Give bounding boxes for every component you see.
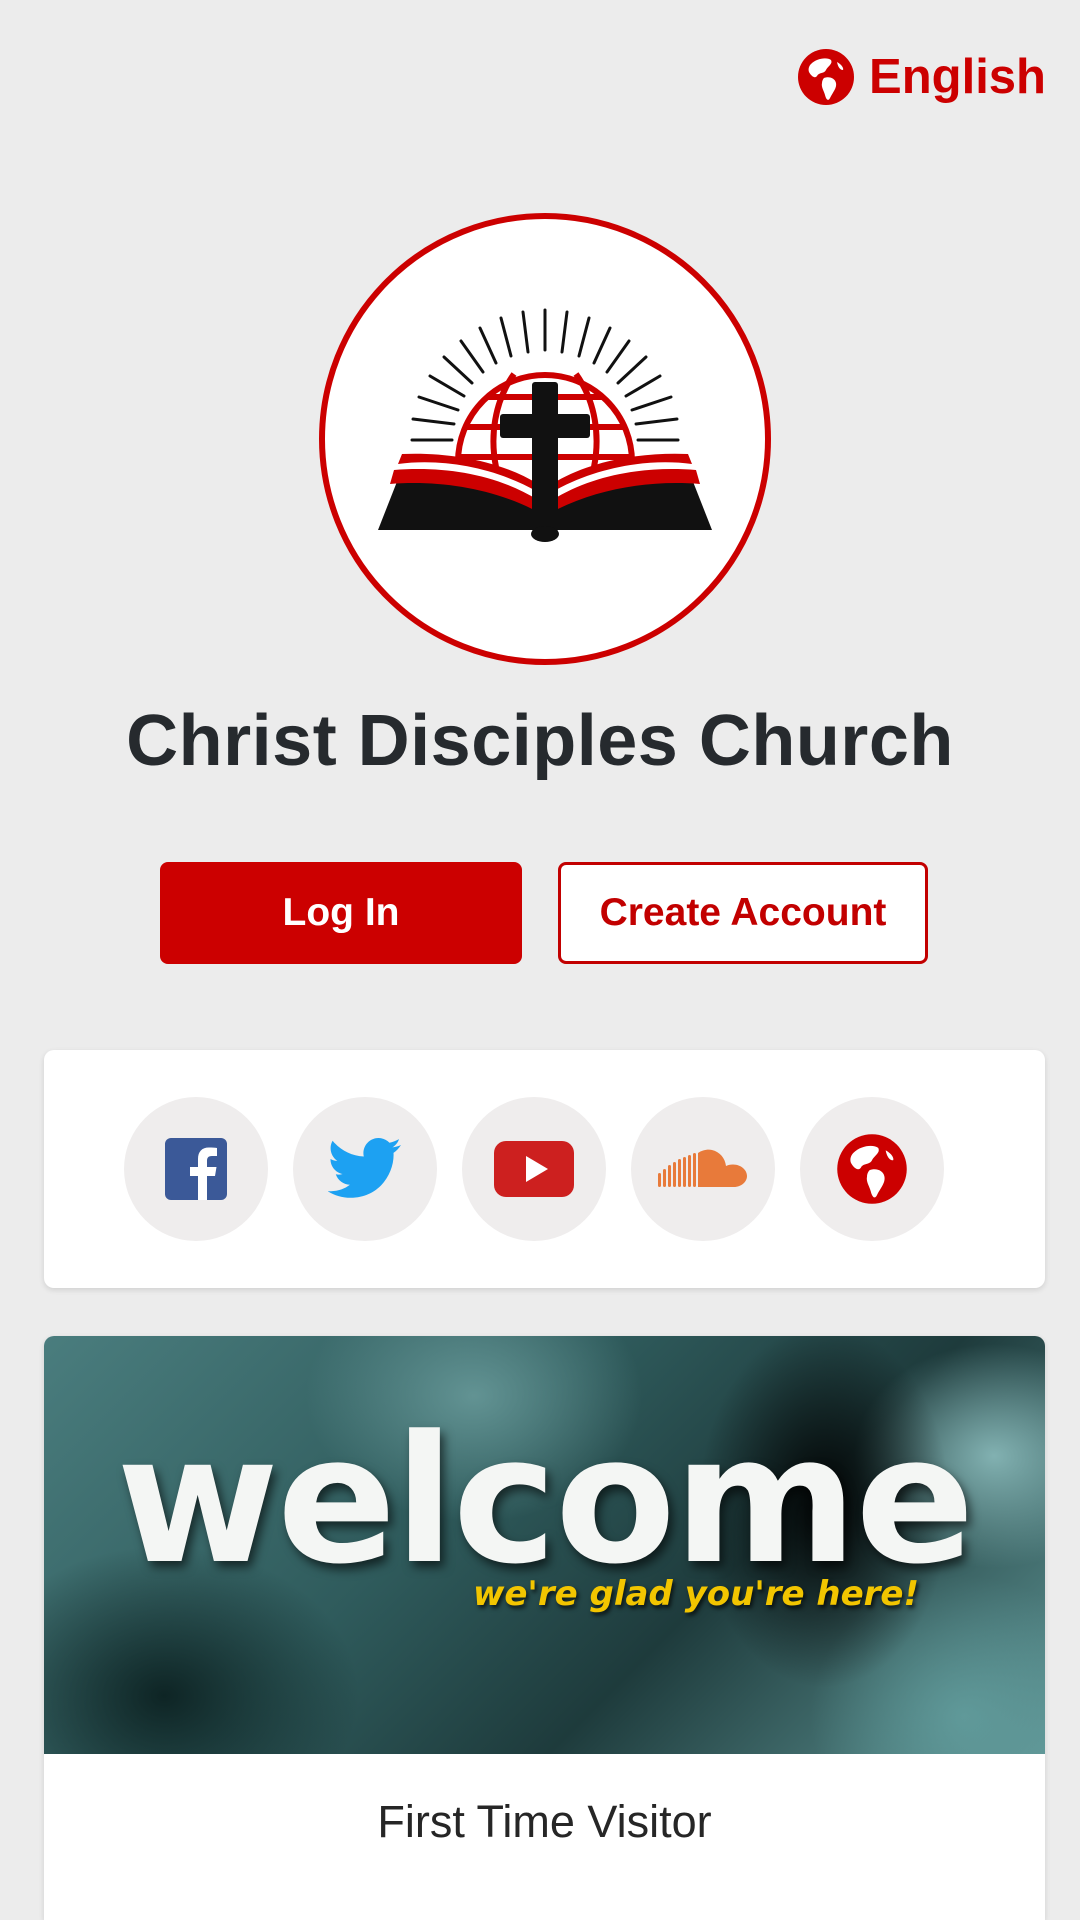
twitter-button[interactable] [293, 1097, 437, 1241]
soundcloud-icon [658, 1149, 747, 1187]
facebook-button[interactable] [124, 1097, 268, 1241]
first-time-visitor-card[interactable]: welcome we're glad you're here! First Ti… [44, 1336, 1045, 1920]
language-label: English [869, 50, 1046, 104]
youtube-icon [494, 1141, 574, 1197]
church-logo [318, 212, 772, 666]
globe-icon [798, 49, 855, 105]
social-links-card [44, 1050, 1045, 1288]
website-button[interactable] [800, 1097, 944, 1241]
app-screen: English Christ Disciples Church Log In C… [0, 0, 1080, 1920]
youtube-button[interactable] [462, 1097, 606, 1241]
facebook-icon [165, 1138, 227, 1200]
language-selector[interactable]: English [797, 48, 1046, 106]
welcome-subtext: we're glad you're here! [472, 1574, 919, 1614]
card-label: First Time Visitor [377, 1796, 712, 1847]
page-title: Christ Disciples Church [126, 701, 954, 781]
twitter-icon [328, 1138, 401, 1198]
create-account-button[interactable]: Create Account [558, 862, 928, 964]
login-button[interactable]: Log In [160, 862, 522, 964]
welcome-banner-image: welcome we're glad you're here! [44, 1336, 1045, 1754]
soundcloud-button[interactable] [631, 1097, 775, 1241]
welcome-headline: welcome [116, 1398, 974, 1603]
globe-icon [837, 1134, 907, 1204]
